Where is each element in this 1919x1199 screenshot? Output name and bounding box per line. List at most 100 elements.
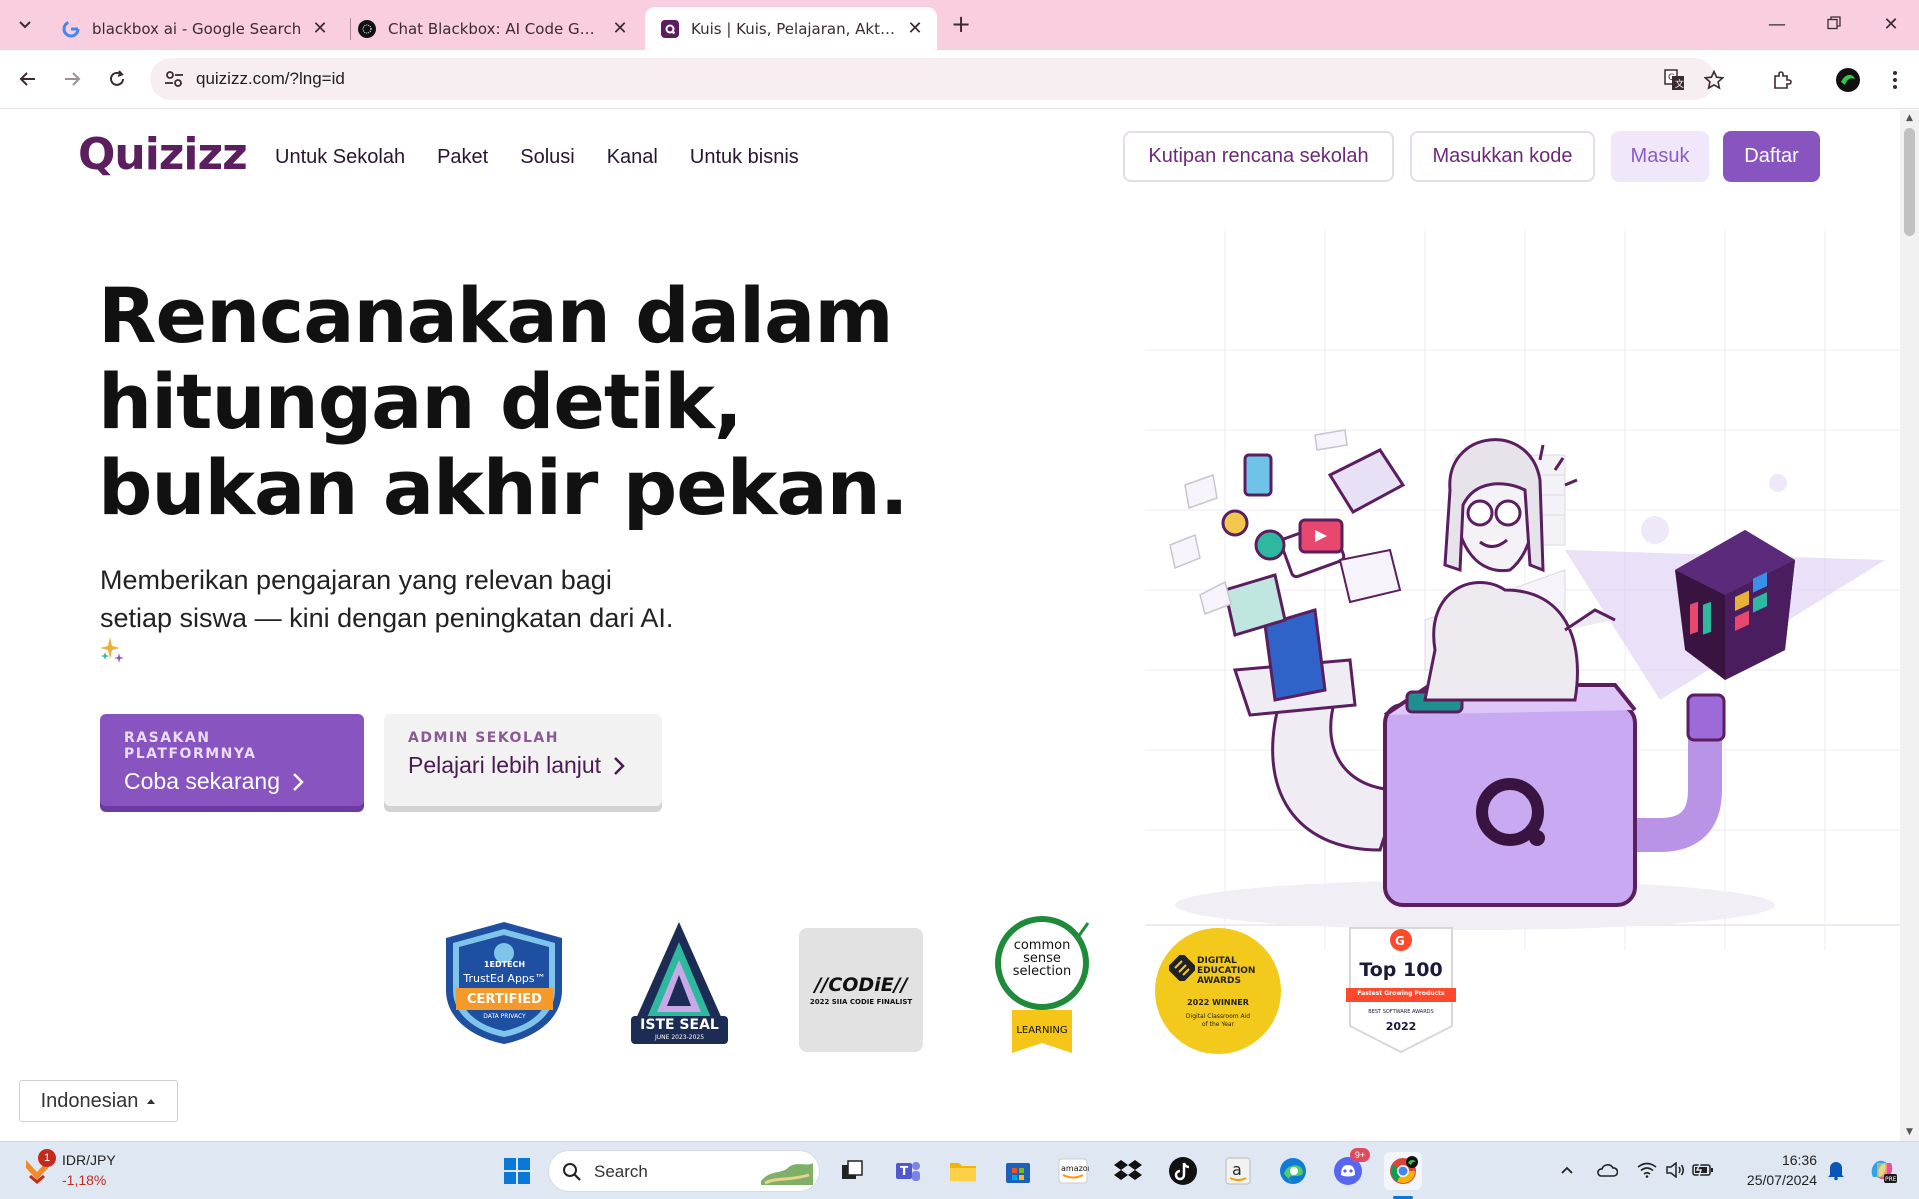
tiktok-icon[interactable]: [1164, 1152, 1202, 1190]
nav-kanal[interactable]: Kanal: [607, 146, 658, 169]
scrollbar-thumb[interactable]: [1904, 128, 1915, 236]
minimize-icon[interactable]: —: [1757, 10, 1797, 40]
microsoft-store-icon[interactable]: [999, 1152, 1037, 1190]
logo-text: Quizizz: [78, 128, 248, 180]
signup-button[interactable]: Daftar: [1723, 131, 1820, 182]
windows-start-icon[interactable]: [498, 1152, 536, 1190]
nav-untuk-bisnis[interactable]: Untuk bisnis: [690, 146, 799, 169]
page-scrollbar[interactable]: ▲ ▼: [1900, 110, 1919, 1141]
new-tab-icon[interactable]: +: [948, 12, 974, 38]
chrome-icon[interactable]: [1384, 1152, 1422, 1190]
svg-text:PRE: PRE: [1885, 1176, 1897, 1183]
hero-title-line: Rencanakan dalam: [98, 271, 894, 360]
back-icon[interactable]: [12, 63, 44, 95]
tab-google-search[interactable]: blackbox ai - Google Search ✕: [46, 7, 342, 50]
bookmark-star-icon[interactable]: [1702, 68, 1726, 92]
close-window-icon[interactable]: ✕: [1871, 10, 1911, 40]
scroll-down-icon[interactable]: ▼: [1904, 1127, 1915, 1137]
browser-menu-icon[interactable]: [1879, 64, 1911, 96]
cta-label: Pelajari lebih lanjut: [408, 752, 602, 778]
login-button[interactable]: Masuk: [1611, 131, 1709, 182]
taskbar-search[interactable]: Search: [548, 1150, 820, 1192]
copilot-icon[interactable]: PRE: [1866, 1154, 1898, 1186]
battery-icon[interactable]: [1691, 1158, 1715, 1182]
language-selector[interactable]: Indonesian: [19, 1080, 178, 1122]
cta-eyebrow: ADMIN SEKOLAH: [408, 730, 559, 746]
scroll-up-icon[interactable]: ▲: [1904, 113, 1915, 123]
codie-badge: //CODiE// 2022 SIIA CODIE FINALIST: [799, 928, 923, 1052]
learn-more-button[interactable]: ADMIN SEKOLAH Pelajari lebih lanjut: [384, 714, 662, 806]
hero-title-line: hitungan detik,: [98, 357, 743, 446]
discord-badge: 9+: [1350, 1148, 1370, 1162]
notifications-bell-icon[interactable]: [1824, 1158, 1848, 1182]
enter-code-button[interactable]: Masukkan kode: [1410, 131, 1595, 182]
quizizz-logo[interactable]: Quizizz: [78, 128, 248, 180]
profile-avatar[interactable]: [1832, 64, 1864, 96]
badge-text: DIGITAL EDUCATION AWARDS: [1197, 956, 1277, 986]
onedrive-cloud-icon[interactable]: [1595, 1158, 1619, 1182]
hero-subtitle-line: setiap siswa — kini dengan peningkatan d…: [100, 603, 674, 633]
teams-icon[interactable]: T: [889, 1152, 927, 1190]
badge-text: 2022: [1385, 1020, 1417, 1033]
chevron-right-icon: [614, 756, 625, 775]
svg-text:G: G: [1668, 73, 1675, 83]
badge-text: common sense selection: [990, 939, 1094, 978]
svg-text:文: 文: [1675, 78, 1684, 90]
caret-up-icon: [147, 1099, 156, 1104]
digital-education-awards-badge: DIGITAL EDUCATION AWARDS 2022 WINNER Dig…: [1155, 928, 1281, 1054]
clock-time: 16:36: [1781, 1152, 1817, 1168]
badge-line: EDUCATION: [1197, 966, 1256, 976]
restore-icon[interactable]: [1814, 10, 1854, 40]
browser-tab-strip: blackbox ai - Google Search ✕ Chat Black…: [0, 0, 1919, 50]
site-settings-icon[interactable]: [163, 68, 185, 90]
search-highlight-icon: [761, 1163, 813, 1185]
reload-icon[interactable]: [101, 63, 133, 95]
windows-taskbar: 1 IDR/JPY -1,18% Search T amazon a 9+: [0, 1141, 1919, 1199]
tab-search-chevron-icon[interactable]: [12, 12, 38, 38]
svg-text:a: a: [1232, 1160, 1242, 1179]
amazon-shopping-icon[interactable]: a: [1219, 1152, 1257, 1190]
blackbox-icon: [358, 19, 376, 38]
url-text: quizizz.com/?lng=id: [196, 69, 345, 88]
badge-text: LEARNING: [1016, 1025, 1068, 1036]
badge-text: Fastest Growing Products: [1357, 990, 1445, 997]
task-view-icon[interactable]: [833, 1152, 871, 1190]
hero-subtitle-line: Memberikan pengajaran yang relevan bagi: [100, 565, 612, 595]
nav-paket[interactable]: Paket: [437, 146, 488, 169]
hero-illustration: [1145, 230, 1900, 950]
school-quote-button[interactable]: Kutipan rencana sekolah: [1123, 131, 1394, 182]
tab-quizizz[interactable]: Kuis | Kuis, Pelajaran, Aktivitas, d ✕: [645, 7, 937, 50]
badge-text: 1EDTECH: [483, 960, 526, 969]
close-tab-icon[interactable]: ✕: [610, 18, 630, 39]
search-icon: [563, 1163, 581, 1181]
nav-untuk-sekolah[interactable]: Untuk Sekolah: [275, 146, 405, 169]
volume-icon[interactable]: [1663, 1158, 1687, 1182]
dropbox-icon[interactable]: [1109, 1152, 1147, 1190]
close-tab-icon[interactable]: ✕: [310, 18, 330, 39]
close-tab-icon[interactable]: ✕: [905, 18, 925, 39]
badge-text: Digital Classroom Aid: [1185, 1013, 1251, 1020]
amazon-icon[interactable]: amazon: [1054, 1152, 1092, 1190]
tab-blackbox-chat[interactable]: Chat Blackbox: AI Code Generat ✕: [342, 7, 642, 50]
file-explorer-icon[interactable]: [944, 1152, 982, 1190]
address-bar[interactable]: quizizz.com/?lng=id G文: [150, 58, 1724, 100]
try-now-button[interactable]: RASAKAN PLATFORMNYA Coba sekarang: [100, 714, 364, 806]
translate-icon[interactable]: G文: [1663, 68, 1687, 92]
badge-text: DATA PRIVACY: [483, 1013, 526, 1020]
show-hidden-icons-chevron[interactable]: [1555, 1158, 1579, 1182]
extensions-puzzle-icon[interactable]: [1766, 64, 1798, 96]
badge-text: CERTIFIED: [467, 992, 542, 1007]
codie-badge: [799, 1038, 923, 1141]
stock-name: IDR/JPY: [62, 1152, 116, 1168]
nav-solusi[interactable]: Solusi: [520, 146, 574, 169]
forward-icon[interactable]: [56, 63, 88, 95]
cta-label: Coba sekarang: [124, 768, 280, 794]
edge-icon[interactable]: [1274, 1152, 1312, 1190]
badge-text: ISTE SEAL: [640, 1017, 719, 1033]
system-clock[interactable]: 16:36 25/07/2024: [1737, 1150, 1817, 1190]
wifi-icon[interactable]: [1635, 1158, 1659, 1182]
badge-text: //CODiE//: [814, 974, 908, 996]
badge-text: Top 100: [1359, 959, 1443, 981]
stock-widget[interactable]: IDR/JPY -1,18%: [62, 1150, 116, 1190]
badge-text: TrustEd Apps™: [463, 972, 546, 985]
